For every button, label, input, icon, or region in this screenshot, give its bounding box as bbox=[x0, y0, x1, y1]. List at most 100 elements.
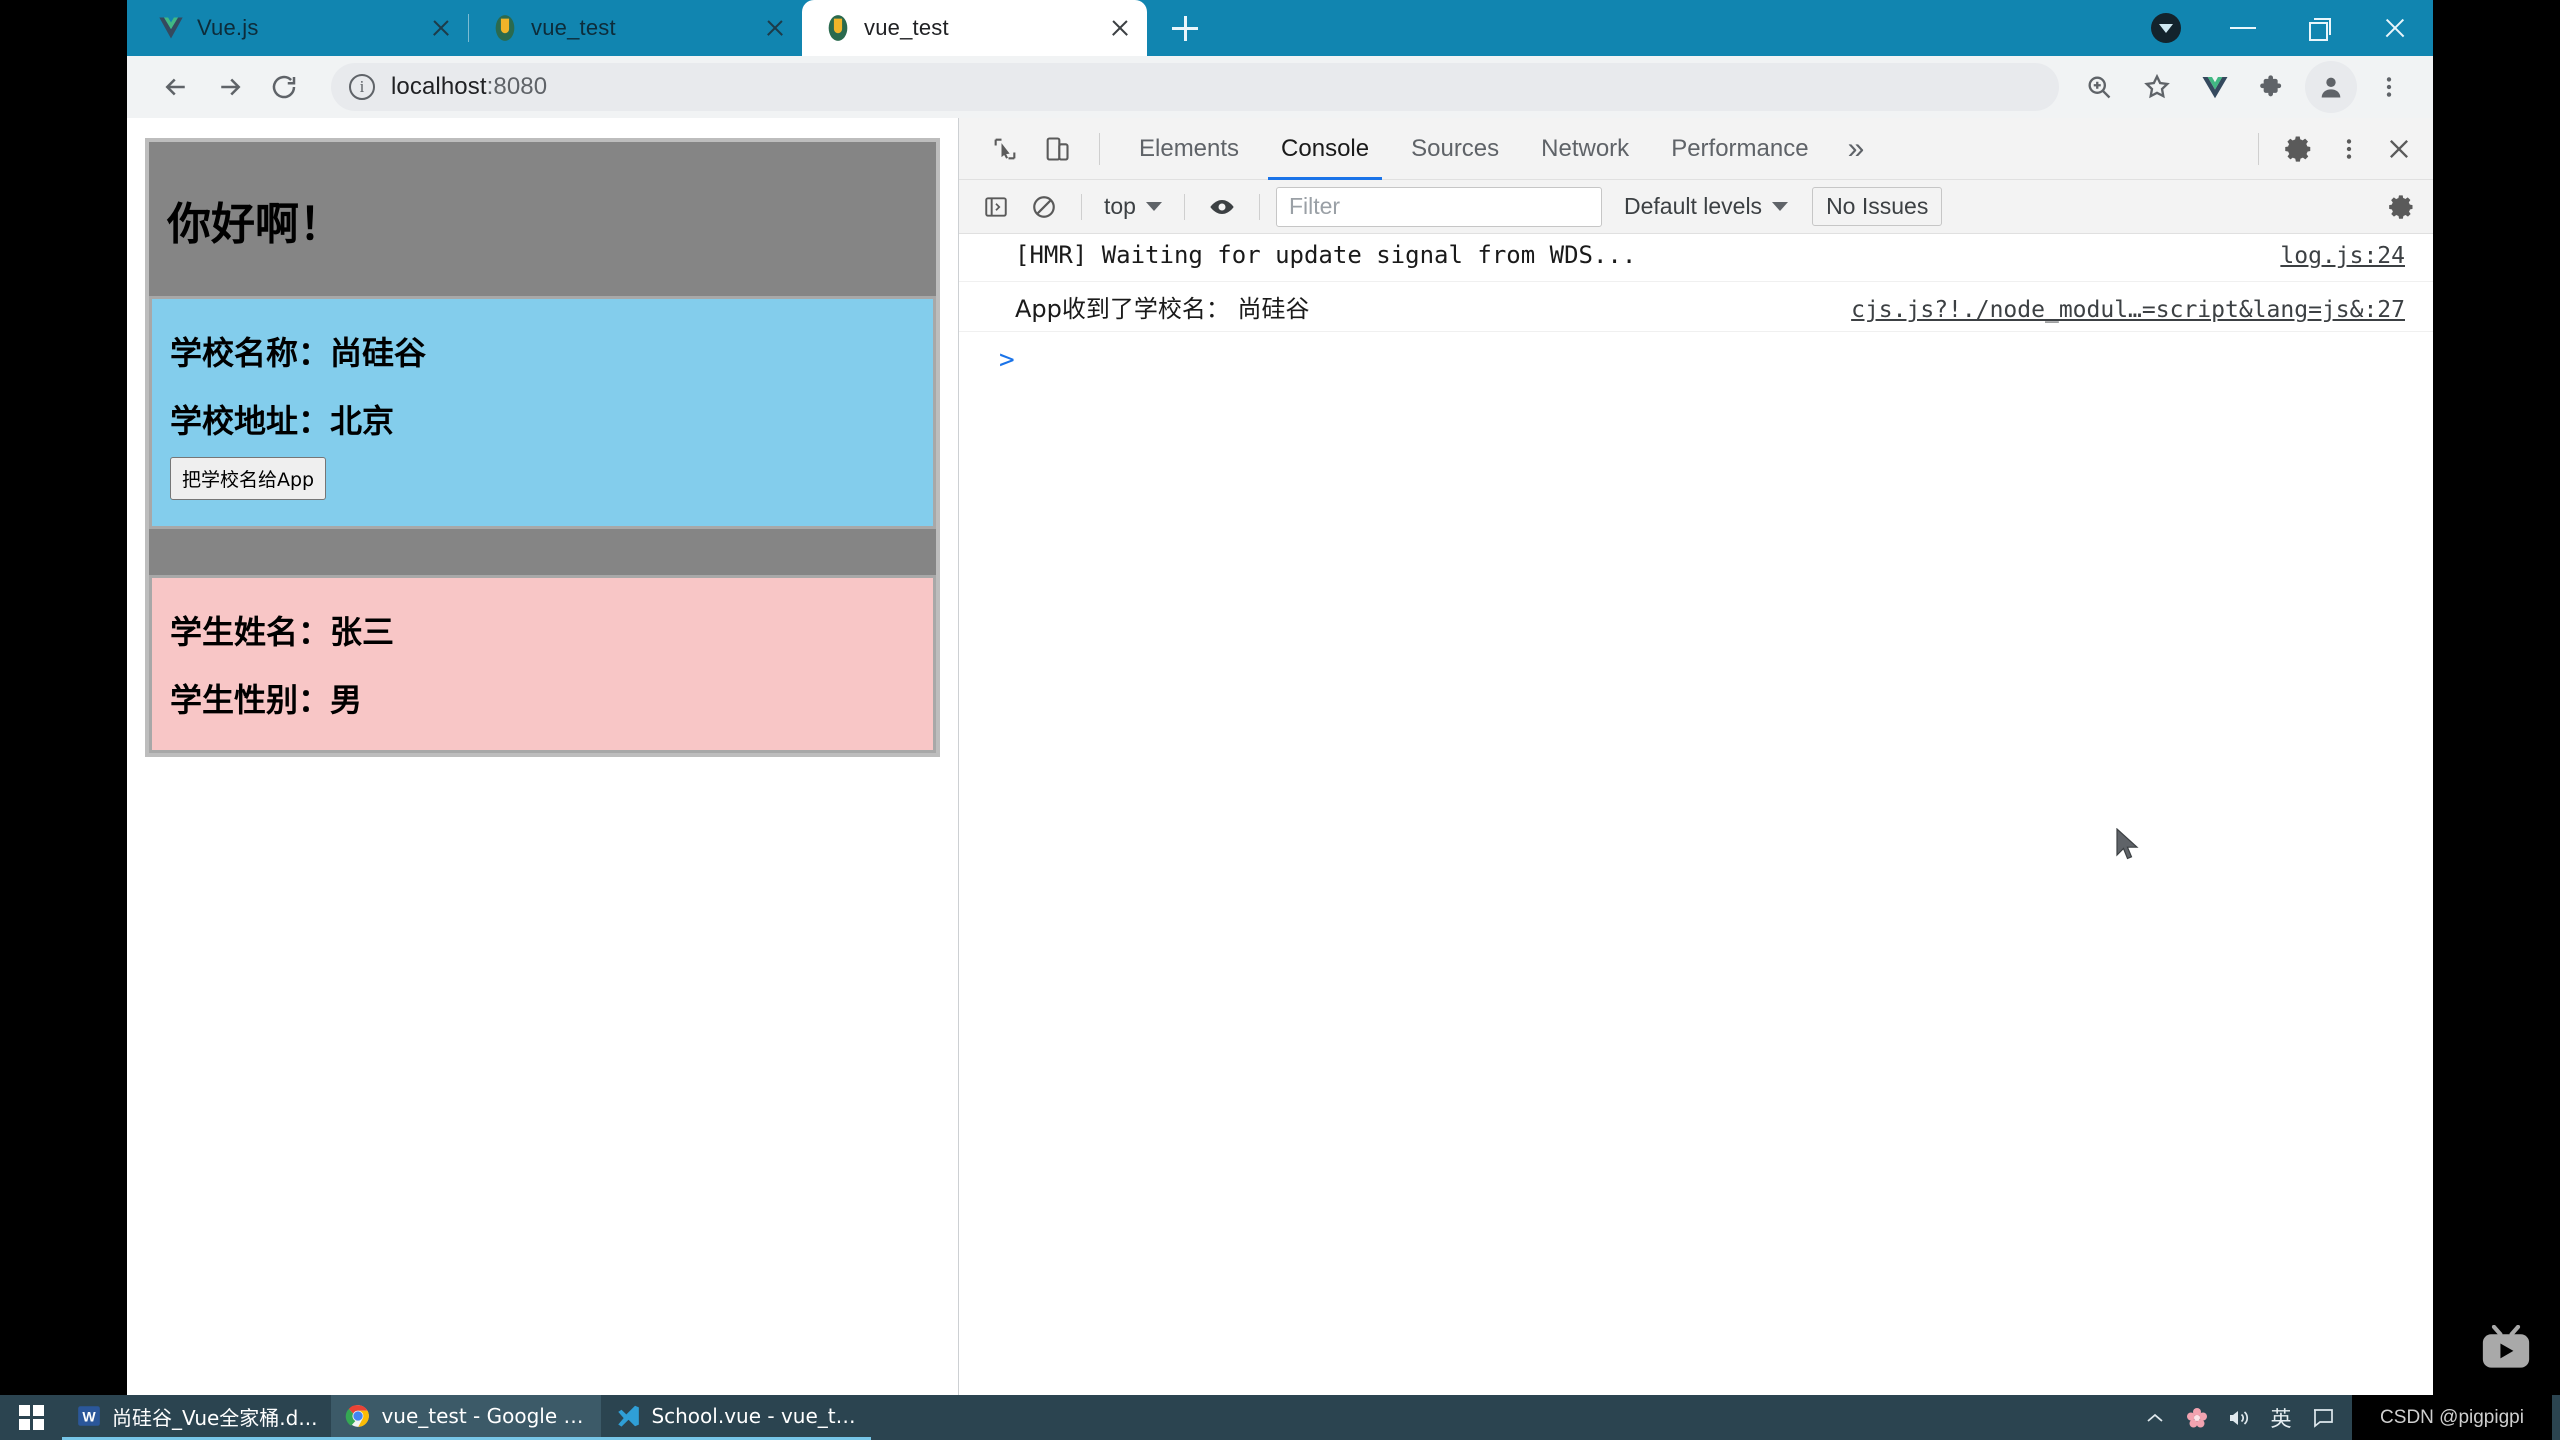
new-tab-button[interactable] bbox=[1161, 4, 1209, 52]
site-info-icon[interactable]: i bbox=[349, 74, 375, 100]
zoom-icon[interactable] bbox=[2073, 61, 2125, 113]
tray-volume-icon[interactable] bbox=[2218, 1395, 2260, 1440]
live-expression-eye-icon[interactable] bbox=[1201, 186, 1243, 228]
extensions-puzzle-icon[interactable] bbox=[2247, 61, 2299, 113]
student-gender-line: 学生性别：男 bbox=[170, 681, 363, 719]
tab-title: Vue.js bbox=[197, 15, 259, 40]
console-toolbar: top Filter Default levels No Issues bbox=[959, 180, 2433, 234]
maximize-restore-button[interactable] bbox=[2281, 0, 2357, 56]
devtools-header: Elements Console Sources Network Perform… bbox=[959, 118, 2433, 180]
taskbar-item-chrome[interactable]: vue_test - Google C... bbox=[331, 1395, 602, 1440]
taskbar-item-label: 尚硅谷_Vue全家桶.d... bbox=[112, 1405, 318, 1430]
tray-expand-chevron-icon[interactable] bbox=[2134, 1395, 2176, 1440]
address-bar[interactable]: i localhost:8080 bbox=[331, 63, 2059, 111]
message-text: [HMR] Waiting for update signal from WDS… bbox=[1015, 241, 1637, 269]
minimize-button[interactable] bbox=[2205, 0, 2281, 56]
js-context-selector[interactable]: top bbox=[1098, 193, 1168, 220]
windows-taskbar: W 尚硅谷_Vue全家桶.d... vue_test - Google C...… bbox=[0, 1395, 2560, 1440]
chrome-browser-window: Vue.js vue_test vue_test i localhost:808… bbox=[127, 0, 2433, 1395]
desktop-screen: Vue.js vue_test vue_test i localhost:808… bbox=[0, 0, 2560, 1440]
give-school-name-button[interactable]: 把学校名给App bbox=[170, 457, 327, 500]
tab-network[interactable]: Network bbox=[1520, 118, 1650, 180]
message-source-link[interactable]: log.js:24 bbox=[2250, 243, 2405, 269]
close-icon[interactable] bbox=[1107, 15, 1133, 41]
vscode-icon bbox=[618, 1405, 640, 1427]
tray-flower-app-icon[interactable] bbox=[2176, 1395, 2218, 1440]
context-label: top bbox=[1104, 193, 1136, 219]
taskbar-item-label: vue_test - Google C... bbox=[381, 1404, 588, 1428]
console-settings-gear-icon[interactable] bbox=[2381, 186, 2423, 228]
browser-tab-3-active[interactable]: vue_test bbox=[802, 0, 1147, 56]
taskbar-item-vscode[interactable]: School.vue - vue_te... bbox=[601, 1395, 872, 1440]
issues-badge[interactable]: No Issues bbox=[1812, 187, 1943, 226]
more-tabs-chevron-icon[interactable]: » bbox=[1830, 118, 1883, 180]
devtools-more-options-icon[interactable] bbox=[2325, 125, 2373, 173]
console-toolbar-right bbox=[2381, 186, 2423, 228]
window-controls bbox=[2151, 0, 2433, 56]
reload-icon[interactable] bbox=[259, 62, 309, 112]
devtools-close-icon[interactable] bbox=[2375, 125, 2423, 173]
message-source-link[interactable]: cjs.js?!./node_modul…=script&lang=js&:27 bbox=[1821, 297, 2405, 323]
tray-action-center-icon[interactable] bbox=[2302, 1395, 2344, 1440]
browser-content: 你好啊！ 学校名称：尚硅谷 学校地址：北京 把学校名给App 学生姓名：张三 学… bbox=[127, 118, 2433, 1395]
chevron-down-icon bbox=[1772, 202, 1789, 211]
browser-tab-1[interactable]: Vue.js bbox=[135, 0, 468, 56]
console-message[interactable]: App收到了学校名： 尚硅谷 cjs.js?!./node_modul…=scr… bbox=[959, 282, 2433, 332]
school-address-line: 学校地址：北京 bbox=[170, 402, 395, 440]
profile-avatar-icon[interactable] bbox=[2305, 61, 2357, 113]
page-viewport: 你好啊！ 学校名称：尚硅谷 学校地址：北京 把学校名给App 学生姓名：张三 学… bbox=[127, 118, 959, 1395]
browser-toolbar: i localhost:8080 bbox=[127, 56, 2433, 118]
inspect-element-icon[interactable] bbox=[981, 125, 1029, 173]
card-spacer bbox=[149, 529, 936, 575]
school-card: 学校名称：尚硅谷 学校地址：北京 把学校名给App bbox=[149, 296, 936, 529]
u-icon bbox=[495, 15, 515, 41]
tab-elements[interactable]: Elements bbox=[1118, 118, 1260, 180]
chevron-down-icon bbox=[1145, 202, 1162, 211]
forward-arrow-icon[interactable] bbox=[205, 62, 255, 112]
back-arrow-icon[interactable] bbox=[151, 62, 201, 112]
start-button[interactable] bbox=[0, 1395, 62, 1440]
clear-console-icon[interactable] bbox=[1023, 186, 1065, 228]
url-text: localhost:8080 bbox=[391, 73, 548, 100]
student-name-line: 学生姓名：张三 bbox=[170, 613, 395, 651]
devtools-divider bbox=[2258, 132, 2259, 165]
school-name-line: 学校名称：尚硅谷 bbox=[170, 334, 427, 372]
console-message[interactable]: [HMR] Waiting for update signal from WDS… bbox=[959, 234, 2433, 282]
close-window-button[interactable] bbox=[2357, 0, 2433, 56]
page-title: 你好啊！ bbox=[167, 199, 343, 250]
mouse-cursor bbox=[2116, 828, 2139, 860]
vue-icon bbox=[159, 17, 183, 39]
svg-text:W: W bbox=[82, 1408, 96, 1424]
devtools-settings-gear-icon[interactable] bbox=[2275, 125, 2323, 173]
devtools-header-actions bbox=[2244, 125, 2423, 173]
vue-devtools-extension-icon[interactable] bbox=[2189, 61, 2241, 113]
tray-ime-language-icon[interactable]: 英 bbox=[2260, 1395, 2302, 1440]
toolbar-divider bbox=[1258, 193, 1260, 220]
bookmark-star-icon[interactable] bbox=[2131, 61, 2183, 113]
u-icon bbox=[828, 15, 848, 41]
download-indicator-icon[interactable] bbox=[2151, 13, 2181, 43]
bilibili-tv-logo bbox=[2482, 1325, 2530, 1368]
student-card: 学生姓名：张三 学生性别：男 bbox=[149, 575, 936, 753]
tab-performance[interactable]: Performance bbox=[1650, 118, 1829, 180]
toolbar-actions bbox=[2073, 61, 2415, 113]
toolbar-divider bbox=[1081, 193, 1082, 220]
console-sidebar-icon[interactable] bbox=[975, 186, 1017, 228]
filter-placeholder: Filter bbox=[1288, 193, 1341, 219]
browser-tab-2[interactable]: vue_test bbox=[469, 0, 802, 56]
tab-strip: Vue.js vue_test vue_test bbox=[127, 0, 2433, 56]
toggle-device-toolbar-icon[interactable] bbox=[1033, 125, 1081, 173]
console-filter-input[interactable]: Filter bbox=[1275, 186, 1602, 227]
tab-console[interactable]: Console bbox=[1260, 118, 1390, 180]
chrome-menu-icon[interactable] bbox=[2363, 61, 2415, 113]
app-root: 你好啊！ 学校名称：尚硅谷 学校地址：北京 把学校名给App 学生姓名：张三 学… bbox=[145, 138, 940, 757]
log-levels-selector[interactable]: Default levels bbox=[1624, 193, 1789, 220]
close-icon[interactable] bbox=[762, 15, 788, 41]
console-message-list[interactable]: [HMR] Waiting for update signal from WDS… bbox=[959, 234, 2433, 1395]
prompt-caret-icon: > bbox=[999, 345, 1015, 375]
devtools-tabs: Elements Console Sources Network Perform… bbox=[1118, 118, 1882, 180]
taskbar-item-word[interactable]: W 尚硅谷_Vue全家桶.d... bbox=[62, 1395, 332, 1440]
tab-sources[interactable]: Sources bbox=[1390, 118, 1520, 180]
console-prompt[interactable]: > bbox=[959, 332, 2433, 378]
close-icon[interactable] bbox=[428, 15, 454, 41]
